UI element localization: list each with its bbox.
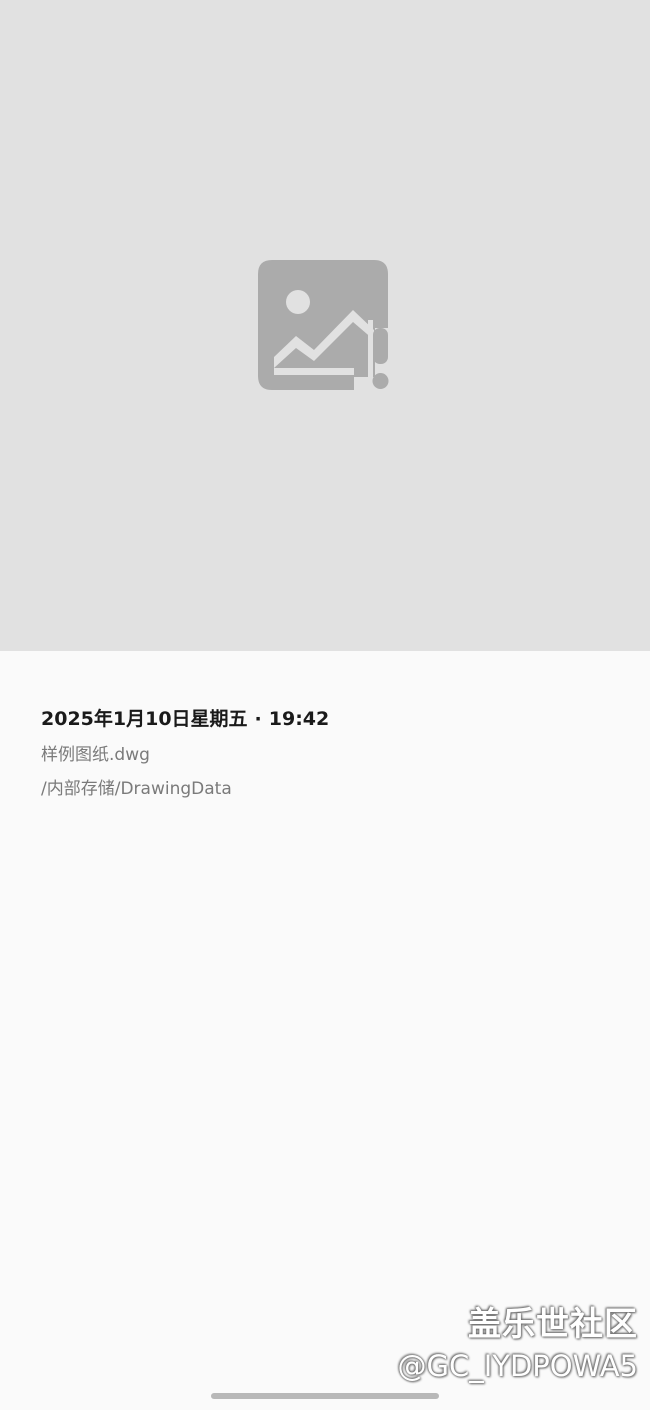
file-details: 2025年1月10日星期五 · 19:42 样例图纸.dwg /内部存储/Drawi… [41, 704, 621, 806]
date-time-line: 2025年1月10日星期五 · 19:42 [41, 704, 621, 734]
image-preview-area[interactable] [0, 0, 650, 651]
home-indicator[interactable] [211, 1393, 439, 1399]
date-separator: · [254, 708, 262, 730]
watermark-title: 盖乐世社区 [468, 1304, 638, 1343]
watermark: 盖乐世社区 @GC_IYDPOWA5 [397, 1302, 638, 1386]
watermark-user: @GC_IYDPOWA5 [397, 1349, 638, 1383]
time-text: 19:42 [268, 708, 330, 730]
file-path: /内部存储/DrawingData [41, 779, 232, 799]
image-error-icon [258, 260, 389, 390]
date-text: 2025年1月10日星期五 [41, 708, 248, 730]
file-name: 样例图纸.dwg [41, 745, 150, 765]
